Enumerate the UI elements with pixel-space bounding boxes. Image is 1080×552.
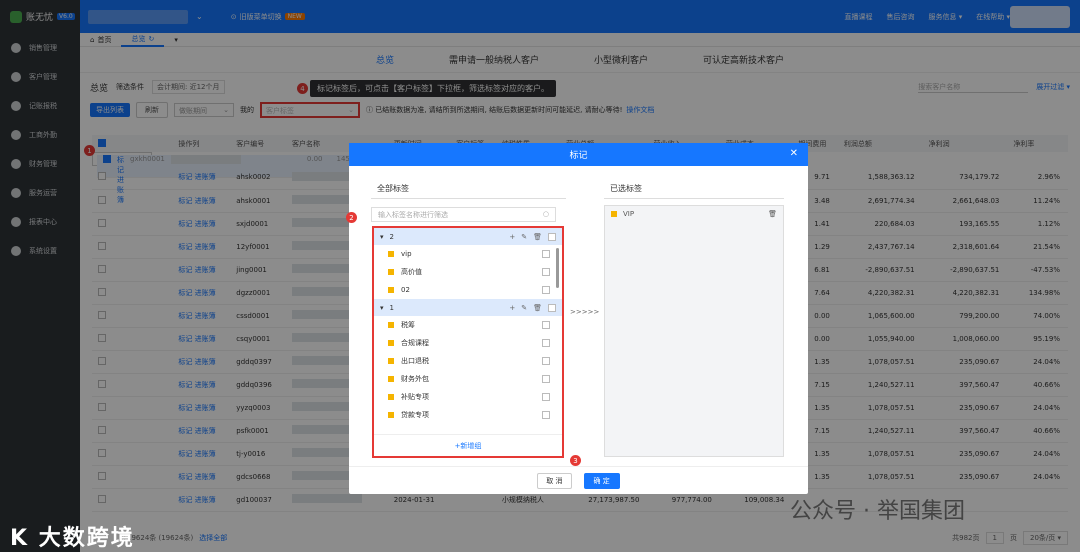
watermark-right: 公众号 · 举国集团 [790, 499, 965, 524]
watermark-left: K 大数跨境 [10, 526, 135, 551]
tag-group[interactable]: ▾ 1 + ✎ 🗑 [374, 299, 562, 316]
tag-checkbox[interactable] [542, 250, 550, 258]
caret-down-icon[interactable]: ▾ [380, 233, 384, 241]
caret-down-icon[interactable]: ▾ [380, 304, 384, 312]
tag-modal: 标记 ✕ 全部标签 输入标签名称进行筛选 ○ ▾ 2 + ✎ 🗑 vip 高价值 02 ▾ 1 +… [349, 143, 808, 494]
close-icon[interactable]: ✕ [790, 148, 798, 159]
selected-tags-panel: 已选标签 VIP 🗑 [604, 183, 784, 457]
tag-checkbox[interactable] [542, 286, 550, 294]
tag-tree: ▾ 2 + ✎ 🗑 vip 高价值 02 ▾ 1 + ✎ 🗑 税筹 合规课程 出口退税 财务外包 补贴专项 贷款… [372, 226, 564, 458]
selected-tag: VIP 🗑 [611, 210, 777, 218]
tag-color-icon [388, 376, 394, 382]
group-checkbox[interactable] [548, 303, 556, 312]
tag-item[interactable]: 02 [374, 281, 562, 299]
tag-item[interactable]: 财务外包 [374, 370, 562, 388]
group-checkbox[interactable] [548, 232, 556, 241]
tag-item[interactable]: 合规课程 [374, 334, 562, 352]
tag-color-icon [388, 322, 394, 328]
tag-item[interactable]: 贷款专项 [374, 406, 562, 424]
all-tags-panel: 全部标签 输入标签名称进行筛选 ○ [371, 183, 566, 222]
delete-icon[interactable]: 🗑 [533, 304, 542, 312]
transfer-arrow: >>>>> [570, 308, 600, 316]
tag-checkbox[interactable] [542, 375, 550, 383]
tag-color-icon [388, 394, 394, 400]
tag-checkbox[interactable] [542, 393, 550, 401]
add-group-button[interactable]: +新增组 [374, 434, 562, 456]
tag-search-input[interactable]: 输入标签名称进行筛选 ○ [371, 207, 556, 222]
modal-footer: 取 消 确 定 [349, 466, 808, 494]
add-icon[interactable]: + [509, 304, 515, 312]
cancel-button[interactable]: 取 消 [537, 472, 572, 489]
modal-title: 标记 [569, 151, 588, 161]
tag-checkbox[interactable] [542, 411, 550, 419]
tag-item[interactable]: 税筹 [374, 316, 562, 334]
delete-icon[interactable]: 🗑 [533, 233, 542, 241]
tag-checkbox[interactable] [542, 339, 550, 347]
tag-checkbox[interactable] [542, 321, 550, 329]
tag-color-icon [611, 211, 617, 217]
tag-item[interactable]: 高价值 [374, 263, 562, 281]
tag-checkbox[interactable] [542, 357, 550, 365]
selected-tags-title: 已选标签 [604, 183, 784, 199]
search-icon: ○ [542, 210, 549, 218]
scrollbar[interactable] [556, 248, 559, 288]
modal-header: 标记 ✕ [349, 143, 808, 166]
step-badge-3: 3 [570, 455, 581, 466]
tag-color-icon [388, 412, 394, 418]
tag-group[interactable]: ▾ 2 + ✎ 🗑 [374, 228, 562, 245]
confirm-button[interactable]: 确 定 [583, 472, 620, 489]
edit-icon[interactable]: ✎ [521, 304, 527, 312]
add-icon[interactable]: + [509, 233, 515, 241]
selected-tags-box: VIP 🗑 [604, 205, 784, 457]
tag-item[interactable]: 出口退税 [374, 352, 562, 370]
tag-item[interactable]: 补贴专项 [374, 388, 562, 406]
tag-item[interactable]: vip [374, 245, 562, 263]
tag-color-icon [388, 287, 394, 293]
all-tags-title: 全部标签 [371, 183, 566, 199]
step-badge-2: 2 [346, 212, 357, 223]
tag-color-icon [388, 269, 394, 275]
tag-checkbox[interactable] [542, 268, 550, 276]
tag-color-icon [388, 358, 394, 364]
tag-color-icon [388, 251, 394, 257]
tag-color-icon [388, 340, 394, 346]
edit-icon[interactable]: ✎ [521, 233, 527, 241]
delete-icon[interactable]: 🗑 [768, 210, 777, 218]
